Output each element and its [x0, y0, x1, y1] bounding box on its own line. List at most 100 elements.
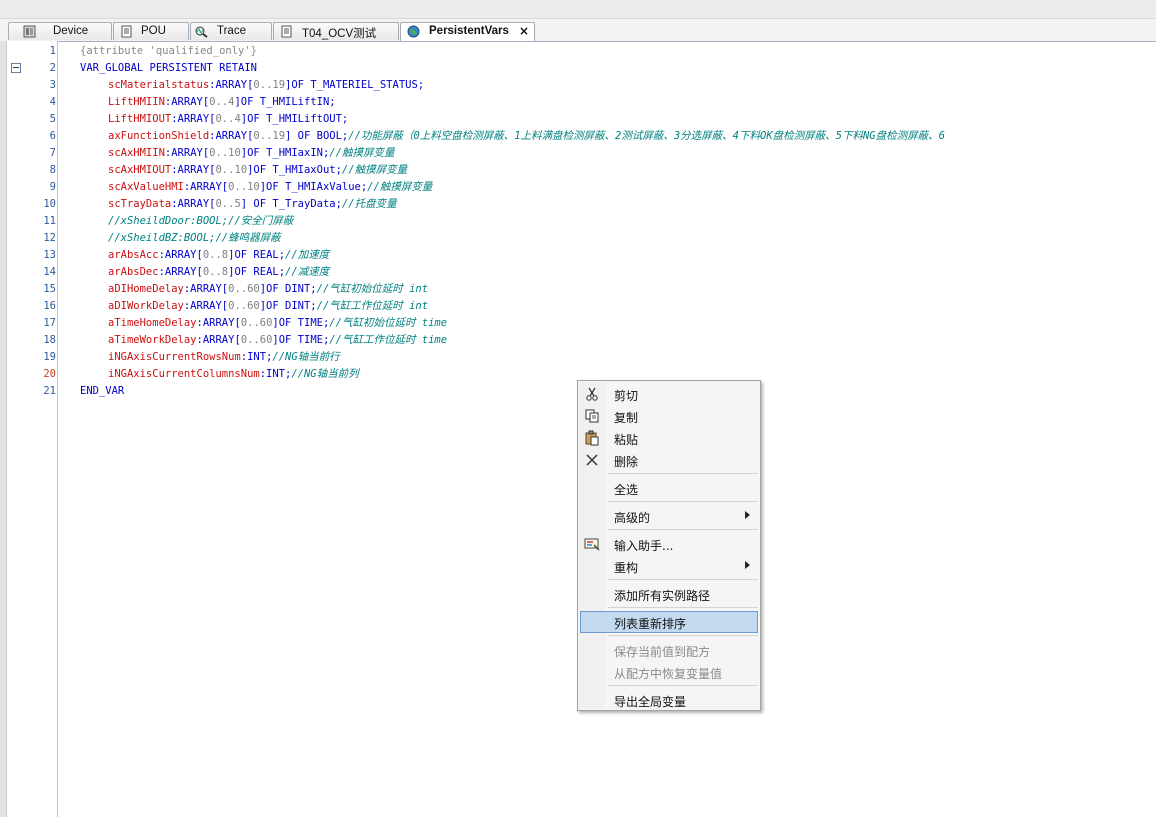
type-name: ]OF T_HMILiftOUT;: [240, 113, 349, 125]
menu-item-advanced[interactable]: 高级的: [580, 505, 758, 527]
menu-item-cut[interactable]: 剪切: [580, 383, 758, 405]
menu-item-restore-from-recipe[interactable]: 从配方中恢复变量值: [580, 661, 758, 683]
tab-persistentvars[interactable]: PersistentVars ×: [400, 22, 535, 41]
toolbar-strip: [0, 0, 1156, 19]
tab-label: Trace: [217, 25, 246, 37]
code-line: scAxValueHMI:ARRAY[0..10]OF T_HMIAxValue…: [108, 179, 432, 196]
code-line: aDIHomeDelay:ARRAY[0..60]OF DINT;//气缸初始位…: [108, 281, 428, 298]
line-number: 17: [43, 317, 56, 329]
menu-item-copy[interactable]: 复制: [580, 405, 758, 427]
code-line: LiftHMIIN:ARRAY[0..4]OF T_HMILiftIN;: [108, 94, 336, 111]
array-range: 0..8: [202, 266, 229, 278]
end-var-keyword: END_VAR: [80, 385, 125, 397]
code-line: axFunctionShield:ARRAY[0..19] OF BOOL;//…: [108, 128, 945, 145]
type-keyword: :ARRAY[: [209, 130, 254, 142]
menu-item-export-globals[interactable]: 导出全局变量: [580, 689, 758, 711]
code-line: aTimeHomeDelay:ARRAY[0..60]OF TIME;//气缸初…: [108, 315, 447, 332]
code-comment: //xSheildBZ:BOOL;//蜂鸣器屏蔽: [108, 232, 281, 244]
menu-separator: [608, 473, 758, 474]
pou-icon: [121, 25, 132, 38]
type-keyword: :ARRAY[: [158, 249, 203, 261]
line-number: 13: [43, 249, 56, 261]
menu-item-paste[interactable]: 粘贴: [580, 427, 758, 449]
menu-separator: [608, 607, 758, 608]
array-range: 0..60: [228, 283, 260, 295]
code-comment: //NG轴当前列: [291, 368, 359, 380]
menu-separator: [608, 529, 758, 530]
context-menu: 剪切 复制 粘贴 删除 全选 高级的 输入助手... 重构 添加所有实例路径 列…: [577, 380, 761, 711]
variable-name: aTimeHomeDelay: [108, 317, 197, 329]
menu-separator: [608, 685, 758, 686]
code-comment: //气缸工作位延时 time: [329, 334, 448, 346]
line-number: 18: [43, 334, 56, 346]
tab-device[interactable]: Device: [8, 22, 112, 40]
line-number: 6: [49, 130, 56, 142]
code-comment: //触摸屏变量: [329, 147, 395, 159]
menu-item-save-to-recipe[interactable]: 保存当前值到配方: [580, 639, 758, 661]
code-line: END_VAR: [80, 383, 124, 400]
menu-item-refactor[interactable]: 重构: [580, 555, 758, 577]
line-number: 21: [43, 385, 56, 397]
type-name: ] OF BOOL;: [285, 130, 349, 142]
line-number: 20: [43, 368, 56, 380]
menu-item-reorder-list[interactable]: 列表重新排序: [580, 611, 758, 633]
line-number: 7: [49, 147, 56, 159]
menu-separator: [608, 635, 758, 636]
code-comment: //气缸初始位延时 time: [329, 317, 448, 329]
code-line: scAxHMIIN:ARRAY[0..10]OF T_HMIaxIN;//触摸屏…: [108, 145, 394, 162]
line-number: 14: [43, 266, 56, 278]
input-assistant-icon: [584, 538, 600, 551]
tab-trace[interactable]: Trace: [190, 22, 272, 40]
line-number-gutter: 1 2 3 4 5 6 7 8 9 10 11 12 13 14 15 16 17 18 19 20 21: [7, 41, 58, 817]
variable-name: iNGAxisCurrentColumnsNum: [108, 368, 260, 380]
type-keyword: :ARRAY[: [183, 283, 229, 295]
code-line: scTrayData:ARRAY[0..5] OF T_TrayData;//托…: [108, 196, 397, 213]
array-range: 0..19: [253, 130, 286, 142]
code-comment: //NG轴当前行: [272, 351, 340, 363]
code-line: iNGAxisCurrentRowsNum:INT;//NG轴当前行: [108, 349, 340, 366]
variable-name: LiftHMIIN: [108, 96, 165, 108]
variable-name: arAbsAcc: [108, 249, 159, 261]
code-line: //xSheildDoor:BOOL;//安全门屏蔽: [108, 213, 293, 230]
variable-name: scTrayData: [108, 198, 172, 210]
menu-item-add-all-instance-paths[interactable]: 添加所有实例路径: [580, 583, 758, 605]
left-panel-edge: [0, 41, 7, 817]
variable-name: scMaterialstatus: [108, 79, 210, 91]
scissors-icon: [586, 387, 598, 401]
array-range: 0..60: [240, 334, 273, 346]
variable-name: aDIWorkDelay: [108, 300, 184, 312]
delete-icon: [586, 454, 598, 466]
menu-separator: [608, 579, 758, 580]
array-range: 0..10: [215, 164, 248, 176]
code-line: //xSheildBZ:BOOL;//蜂鸣器屏蔽: [108, 230, 281, 247]
type-name: ]OF DINT;: [259, 300, 317, 312]
pragma-attribute: {attribute 'qualified_only'}: [80, 45, 258, 57]
array-range: 0..8: [202, 249, 229, 261]
type-name: ]OF TIME;: [272, 317, 330, 329]
tab-label: T04_OCV测试: [302, 28, 377, 40]
code-comment: //气缸初始位延时 int: [316, 283, 429, 295]
type-name: ]OF TIME;: [272, 334, 330, 346]
menu-item-input-assistant[interactable]: 输入助手...: [580, 533, 758, 555]
tab-t04-ocv[interactable]: T04_OCV测试: [273, 22, 399, 40]
type-keyword: :INT;: [259, 368, 292, 380]
tab-label: PersistentVars: [429, 25, 509, 37]
variable-name: LiftHMIOUT: [108, 113, 172, 125]
line-number: 1: [49, 45, 56, 57]
menu-item-select-all[interactable]: 全选: [580, 477, 758, 499]
code-line: scMaterialstatus:ARRAY[0..19]OF T_MATERI…: [108, 77, 424, 94]
submenu-arrow-icon: [745, 511, 750, 519]
line-number: 16: [43, 300, 56, 312]
line-number: 10: [43, 198, 56, 210]
tab-pou[interactable]: POU: [113, 22, 189, 40]
type-name: ]OF T_MATERIEL_STATUS;: [285, 79, 425, 91]
copy-icon: [585, 409, 599, 423]
array-range: 0..60: [228, 300, 260, 312]
device-icon: [23, 25, 36, 38]
line-number: 8: [49, 164, 56, 176]
menu-separator: [608, 501, 758, 502]
menu-item-delete[interactable]: 删除: [580, 449, 758, 471]
close-icon[interactable]: ×: [519, 24, 529, 38]
line-number: 15: [43, 283, 56, 295]
type-keyword: :INT;: [240, 351, 273, 363]
